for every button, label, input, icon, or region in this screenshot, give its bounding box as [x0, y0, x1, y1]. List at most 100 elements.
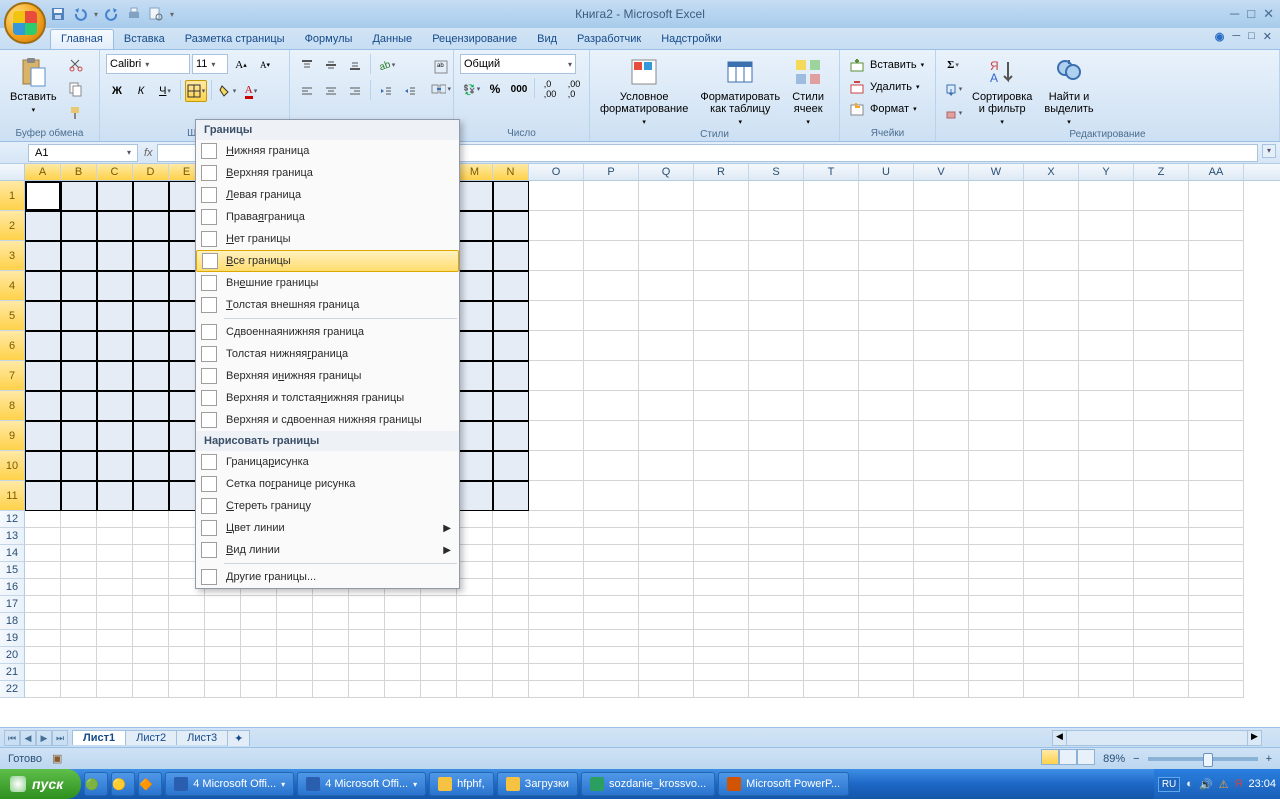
clear-button[interactable] — [942, 102, 964, 124]
tray-icon[interactable]: ◐ — [1186, 778, 1193, 790]
tray-icon[interactable]: 🔊 — [1199, 778, 1213, 791]
taskbar-item[interactable]: 4 Microsoft Offi...▾ — [297, 772, 426, 796]
qat-customize[interactable]: ▾ — [170, 10, 174, 19]
tray-icon[interactable]: Я — [1235, 778, 1243, 790]
zoom-out[interactable]: − — [1133, 753, 1139, 765]
column-header[interactable]: T — [804, 164, 859, 180]
macro-record-icon[interactable]: ▣ — [52, 752, 62, 765]
format-cells[interactable]: Формат — [870, 103, 909, 115]
delete-cells[interactable]: Удалить — [870, 81, 912, 93]
office-button[interactable] — [4, 2, 46, 44]
menu-item-bt[interactable]: Верхняя граница — [196, 162, 459, 184]
sheet-tab-3[interactable]: Лист3 — [176, 730, 228, 745]
sheet-tab-2[interactable]: Лист2 — [125, 730, 177, 745]
column-header[interactable]: Q — [639, 164, 694, 180]
menu-item-ba[interactable]: Все границы — [196, 250, 459, 272]
column-header[interactable]: A — [25, 164, 61, 180]
sheet-tab-1[interactable]: Лист1 — [72, 730, 126, 745]
menu-item-style[interactable]: Вид линии▶ — [196, 539, 459, 561]
fill-color-button[interactable] — [216, 80, 238, 102]
close-button[interactable]: ✕ — [1263, 6, 1274, 22]
menu-item-bx[interactable]: Верхняя и сдвоенная нижняя границы — [196, 409, 459, 431]
align-right[interactable] — [344, 80, 366, 102]
row-header[interactable]: 22 — [0, 681, 25, 698]
increase-indent[interactable] — [399, 80, 421, 102]
quick-launch-3[interactable]: 🔶 — [138, 772, 162, 796]
fx-icon[interactable]: fx — [144, 147, 153, 159]
column-header[interactable]: O — [529, 164, 584, 180]
row-header[interactable]: 6 — [0, 331, 25, 361]
row-header[interactable]: 8 — [0, 391, 25, 421]
name-box[interactable]: A1▾ — [28, 144, 138, 162]
row-header[interactable]: 14 — [0, 545, 25, 562]
row-header[interactable]: 18 — [0, 613, 25, 630]
mdi-restore[interactable]: □ — [1248, 30, 1255, 43]
taskbar-item[interactable]: Загрузки — [497, 772, 578, 796]
menu-item-bb[interactable]: Нижняя граница — [196, 140, 459, 162]
tab-nav-next[interactable]: ▶ — [36, 730, 52, 746]
tab-home[interactable]: Главная — [50, 29, 114, 49]
column-header[interactable]: P — [584, 164, 639, 180]
column-header[interactable]: S — [749, 164, 804, 180]
row-header[interactable]: 9 — [0, 421, 25, 451]
column-header[interactable]: C — [97, 164, 133, 180]
cell-styles[interactable]: Стили ячеек▾ — [788, 54, 828, 128]
menu-item-bo[interactable]: Внешние границы — [196, 272, 459, 294]
tab-page-layout[interactable]: Разметка страницы — [175, 30, 295, 49]
column-header[interactable]: V — [914, 164, 969, 180]
font-color-button[interactable]: A — [240, 80, 262, 102]
row-header[interactable]: 7 — [0, 361, 25, 391]
column-header[interactable]: W — [969, 164, 1024, 180]
zoom-level[interactable]: 89% — [1103, 753, 1125, 765]
menu-item-grid[interactable]: Сетка по границе рисунка — [196, 473, 459, 495]
menu-item-bk[interactable]: Толстая внешняя граница — [196, 294, 459, 316]
menu-item-erase[interactable]: Стереть границу — [196, 495, 459, 517]
row-header[interactable]: 11 — [0, 481, 25, 511]
undo-dropdown[interactable]: ▾ — [94, 10, 98, 19]
tray-icon[interactable]: ⚠ — [1219, 778, 1229, 791]
orientation-button[interactable]: ab — [375, 54, 397, 76]
number-format-combo[interactable]: Общий▾ — [460, 54, 576, 74]
row-header[interactable]: 21 — [0, 664, 25, 681]
worksheet-grid[interactable]: ABCDEFGHIJKLMNOPQRSTUVWXYZAA 12345678910… — [0, 164, 1280, 727]
taskbar-item[interactable]: 4 Microsoft Offi...▾ — [165, 772, 294, 796]
start-button[interactable]: пуск — [0, 769, 81, 799]
tab-nav-last[interactable]: ⏭ — [52, 730, 68, 746]
quick-launch-1[interactable]: 🟢 — [84, 772, 108, 796]
tab-formulas[interactable]: Формулы — [295, 30, 363, 49]
insert-cells-icon[interactable] — [846, 54, 868, 76]
menu-item-bw[interactable]: Верхняя и толстая нижняя границы — [196, 387, 459, 409]
tab-nav-prev[interactable]: ◀ — [20, 730, 36, 746]
help-icon[interactable]: ◉ — [1215, 30, 1225, 43]
format-cells-icon[interactable] — [846, 98, 868, 120]
horizontal-scrollbar[interactable]: ◀▶ — [249, 730, 1280, 746]
tab-nav-first[interactable]: ⏮ — [4, 730, 20, 746]
tab-developer[interactable]: Разработчик — [567, 30, 651, 49]
copy-button[interactable] — [65, 78, 87, 100]
align-top[interactable] — [296, 54, 318, 76]
active-cell[interactable] — [25, 181, 61, 211]
column-header[interactable]: D — [133, 164, 169, 180]
shrink-font-button[interactable]: A▾ — [254, 54, 276, 76]
column-header[interactable]: N — [493, 164, 529, 180]
column-header[interactable]: AA — [1189, 164, 1244, 180]
column-header[interactable]: R — [694, 164, 749, 180]
taskbar-item[interactable]: sozdanie_krossvo... — [581, 772, 715, 796]
row-header[interactable]: 10 — [0, 451, 25, 481]
comma-format[interactable]: 000 — [508, 78, 530, 100]
conditional-formatting[interactable]: Условное форматирование▾ — [596, 54, 692, 128]
row-header[interactable]: 15 — [0, 562, 25, 579]
percent-format[interactable]: % — [484, 78, 506, 100]
mdi-close[interactable]: ✕ — [1263, 30, 1272, 43]
row-header[interactable]: 2 — [0, 211, 25, 241]
menu-item-color[interactable]: Цвет линии▶ — [196, 517, 459, 539]
decrease-indent[interactable] — [375, 80, 397, 102]
tab-insert[interactable]: Вставка — [114, 30, 175, 49]
italic-button[interactable]: К — [130, 80, 152, 102]
row-header[interactable]: 13 — [0, 528, 25, 545]
row-header[interactable]: 19 — [0, 630, 25, 647]
menu-item-more[interactable]: Другие границы... — [196, 566, 459, 588]
menu-item-bh[interactable]: Толстая нижняя граница — [196, 343, 459, 365]
row-header[interactable]: 17 — [0, 596, 25, 613]
menu-item-bl[interactable]: Левая граница — [196, 184, 459, 206]
